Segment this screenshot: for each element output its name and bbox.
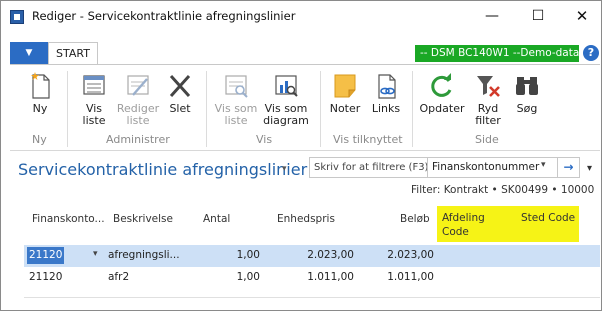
- page-title-menu-icon[interactable]: ▾: [282, 164, 287, 174]
- notes-button[interactable]: Noter: [326, 65, 364, 115]
- refresh-icon: [427, 71, 457, 101]
- new-document-icon: [25, 71, 55, 101]
- view-list-icon: [79, 71, 109, 101]
- description-cell[interactable]: afregningsli...: [108, 249, 180, 261]
- column-header-unit-price[interactable]: Enhedspris: [277, 213, 335, 225]
- search-label: Søg: [516, 102, 538, 115]
- clear-filter-label: Ryd filter: [475, 102, 501, 127]
- ribbon-separator: [412, 71, 413, 147]
- account-cell[interactable]: 21120: [27, 247, 65, 264]
- ribbon-separator: [206, 71, 207, 147]
- group-label-manage: Administrer: [106, 133, 170, 146]
- column-header-description[interactable]: Beskrivelse: [113, 213, 173, 225]
- title-bar: Rediger - Servicekontraktlinie afregning…: [1, 1, 601, 31]
- app-icon: [10, 10, 24, 24]
- expand-chevron-icon[interactable]: ▾: [587, 163, 592, 174]
- file-menu-button[interactable]: ▼: [10, 42, 48, 64]
- quantity-cell[interactable]: 1,00: [204, 271, 260, 283]
- delete-label: Slet: [169, 102, 191, 115]
- links-button[interactable]: Links: [368, 65, 404, 115]
- binoculars-icon: [512, 71, 542, 101]
- links-label: Links: [371, 102, 401, 115]
- unit-price-cell[interactable]: 2.023,00: [290, 249, 354, 261]
- column-header-location[interactable]: Sted Code: [521, 211, 575, 225]
- view-list-button[interactable]: Vis liste: [74, 65, 114, 127]
- view-as-chart-label: Vis som diagram: [263, 102, 309, 127]
- column-header-quantity[interactable]: Antal: [203, 213, 230, 225]
- filter-field-select[interactable]: Finanskontonummer: [432, 161, 539, 173]
- search-button[interactable]: Søg: [510, 65, 544, 115]
- new-button-label: Ny: [32, 102, 48, 115]
- view-as-chart-button[interactable]: Vis som diagram: [261, 65, 311, 127]
- page-title: Servicekontraktlinie afregningslinier: [18, 160, 308, 179]
- view-as-list-button[interactable]: Vis som liste: [213, 65, 259, 127]
- group-label-related: Vis tilknyttet: [333, 133, 403, 146]
- refresh-button[interactable]: Opdater: [418, 65, 466, 115]
- filter-apply-arrow-icon[interactable]: →: [557, 158, 579, 177]
- highlighted-columns: Afdeling Code Sted Code: [437, 206, 579, 242]
- notes-label: Noter: [329, 102, 361, 115]
- filter-search-input[interactable]: [310, 158, 428, 177]
- filter-field-dropdown-icon[interactable]: ▾: [541, 160, 546, 170]
- close-button[interactable]: ✕: [571, 7, 593, 25]
- clear-filter-icon: [473, 71, 503, 101]
- maximize-button[interactable]: ☐: [527, 7, 549, 25]
- window-title: Rediger - Servicekontraktlinie afregning…: [32, 9, 296, 23]
- filter-summary: Filter: Kontrakt • SK00499 • 10000: [411, 184, 595, 196]
- edit-list-label: Rediger liste: [116, 102, 160, 127]
- table-row[interactable]: 21120 afr2 1,00 1.011,00 1.011,00: [24, 267, 600, 289]
- notes-icon: [330, 71, 360, 101]
- column-header-account[interactable]: Finanskonto...: [32, 213, 105, 225]
- ribbon: Ny Ny Vis liste Rediger liste Slet Admin…: [10, 64, 600, 151]
- view-list-label: Vis liste: [82, 102, 106, 127]
- group-label-view: Vis: [256, 133, 273, 146]
- clear-filter-button[interactable]: Ryd filter: [470, 65, 506, 127]
- filter-bar: Finanskontonummer ▾ →: [309, 157, 580, 178]
- group-label-new: Ny: [32, 133, 47, 146]
- edit-list-icon: [123, 71, 153, 101]
- edit-list-button[interactable]: Rediger liste: [116, 65, 160, 127]
- table-row[interactable]: 21120 ▾ afregningsli... 1,00 2.023,00 2.…: [24, 245, 600, 267]
- account-dropdown-icon[interactable]: ▾: [93, 249, 98, 259]
- help-button[interactable]: ?: [583, 45, 599, 61]
- ribbon-separator: [67, 71, 68, 147]
- tab-start[interactable]: START: [48, 42, 98, 64]
- quantity-cell[interactable]: 1,00: [204, 249, 260, 261]
- delete-x-icon: [165, 71, 195, 101]
- view-as-list-label: Vis som liste: [214, 102, 258, 127]
- environment-badge: -- DSM BC140W1 --Demo-data: [415, 45, 579, 62]
- account-cell[interactable]: 21120: [29, 271, 62, 283]
- ribbon-tab-row: ▼ START -- DSM BC140W1 --Demo-data ?: [1, 42, 601, 64]
- app-window: Rediger - Servicekontraktlinie afregning…: [0, 0, 602, 311]
- column-header-amount[interactable]: Beløb: [400, 213, 430, 225]
- new-button[interactable]: Ny: [20, 65, 60, 115]
- view-as-list-icon: [221, 71, 251, 101]
- minimize-button[interactable]: —: [481, 7, 503, 25]
- links-icon: [371, 71, 401, 101]
- delete-button[interactable]: Slet: [162, 65, 198, 115]
- grid-bottom-divider: [24, 297, 600, 298]
- description-cell[interactable]: afr2: [108, 271, 129, 283]
- amount-cell[interactable]: 2.023,00: [374, 249, 434, 261]
- column-header-department[interactable]: Afdeling Code: [442, 211, 485, 239]
- group-label-page: Side: [475, 133, 499, 146]
- unit-price-cell[interactable]: 1.011,00: [290, 271, 354, 283]
- refresh-label: Opdater: [419, 102, 465, 115]
- view-as-chart-icon: [271, 71, 301, 101]
- amount-cell[interactable]: 1.011,00: [374, 271, 434, 283]
- ribbon-separator: [320, 71, 321, 147]
